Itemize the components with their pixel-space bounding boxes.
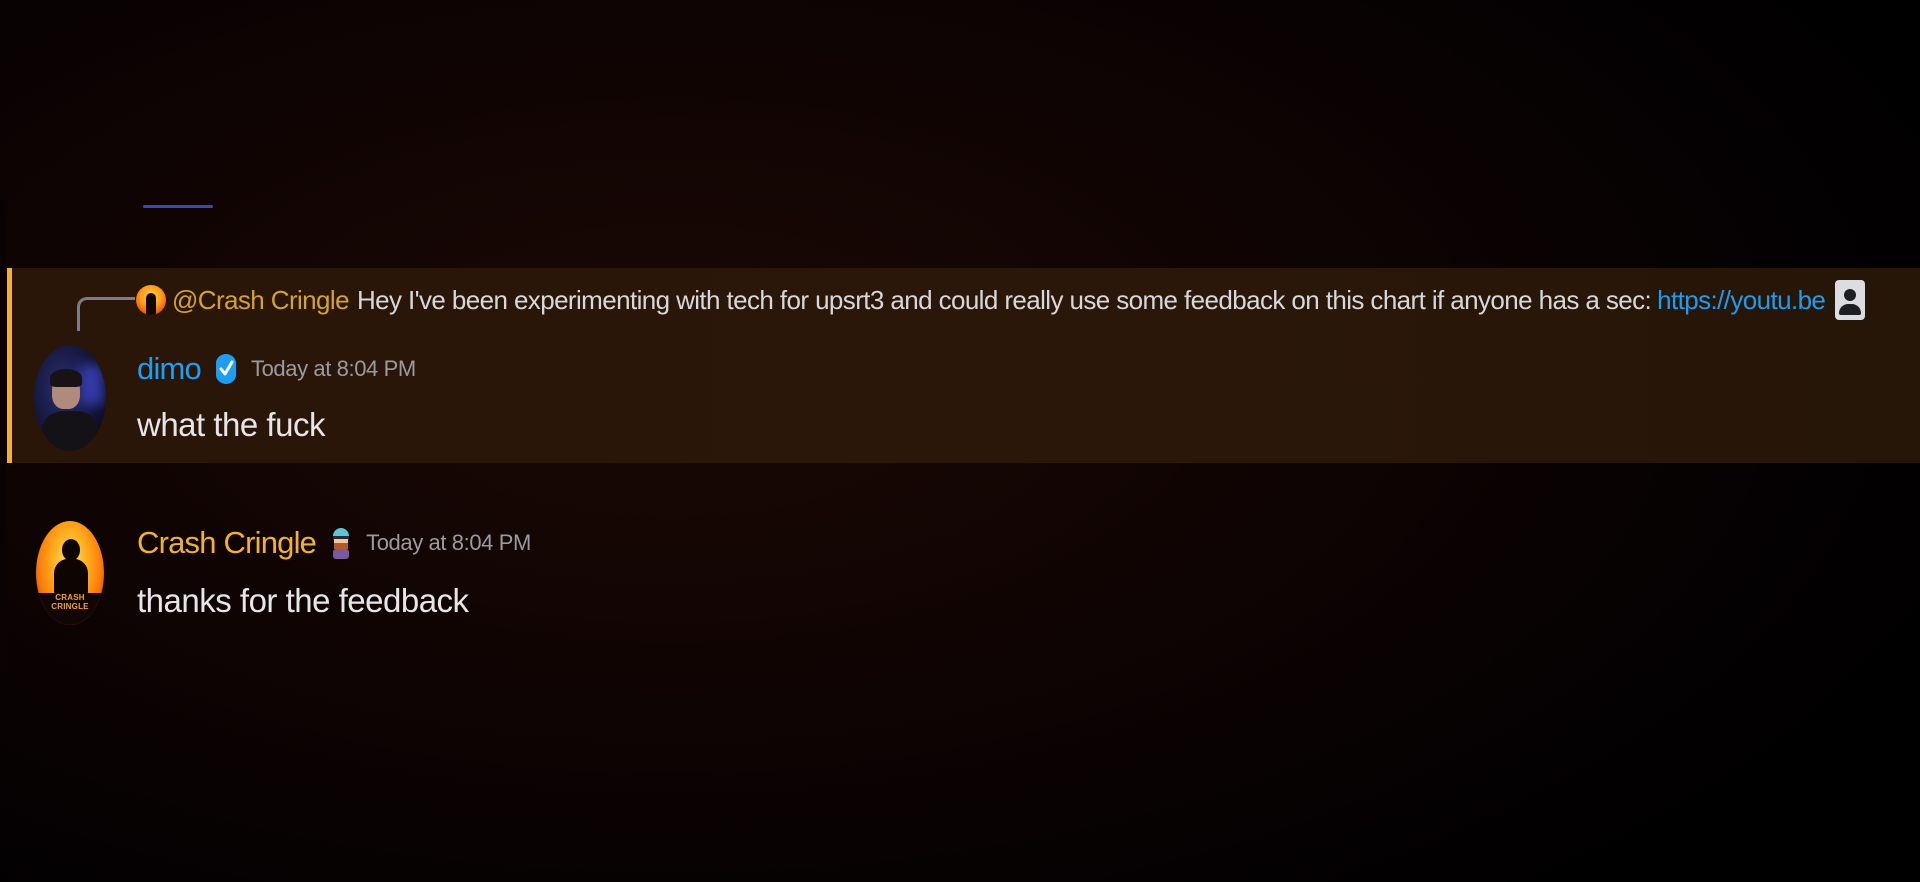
timestamp[interactable]: Today at 8:04 PM xyxy=(251,356,416,382)
avatar-hair xyxy=(50,369,82,387)
chat-left-edge xyxy=(0,200,7,678)
verified-check-icon[interactable] xyxy=(213,352,239,386)
avatar-dimo[interactable] xyxy=(34,345,106,451)
chat-area: @Crash Cringle Hey I've been experimenti… xyxy=(0,0,1920,882)
reply-mention[interactable]: @Crash Cringle xyxy=(172,285,350,316)
mention-highlight-bar xyxy=(7,268,12,463)
avatar-silhouette-head xyxy=(62,539,80,561)
message-header-dimo: dimo Today at 8:04 PM xyxy=(137,346,416,392)
reply-text[interactable]: Hey I've been experimenting with tech fo… xyxy=(357,285,1652,316)
reply-avatar[interactable] xyxy=(136,285,166,315)
avatar-body xyxy=(42,411,98,451)
character-emoji-icon xyxy=(333,528,350,559)
avatar-crash-cringle[interactable]: CRASH CRINGLE xyxy=(36,521,104,625)
author-name-dimo[interactable]: dimo xyxy=(137,351,202,387)
avatar-silhouette-body xyxy=(54,559,88,595)
message-content-crash-cringle: thanks for the feedback xyxy=(137,582,469,619)
message-content-dimo: what the fuck xyxy=(137,406,325,443)
reply-link[interactable]: https://youtu.be xyxy=(1657,285,1825,316)
message-header-crash-cringle: Crash Cringle Today at 8:04 PM xyxy=(137,520,531,566)
reply-spine xyxy=(77,297,135,331)
timestamp[interactable]: Today at 8:04 PM xyxy=(366,530,531,556)
avatar-logo-text: CRASH CRINGLE xyxy=(51,593,89,611)
reply-preview[interactable]: @Crash Cringle Hey I've been experimenti… xyxy=(136,280,1866,320)
avatar-glow xyxy=(80,365,104,405)
image-icon[interactable] xyxy=(1835,280,1866,320)
author-name-crash-cringle[interactable]: Crash Cringle xyxy=(137,525,317,561)
unread-divider-fragment xyxy=(143,205,213,208)
